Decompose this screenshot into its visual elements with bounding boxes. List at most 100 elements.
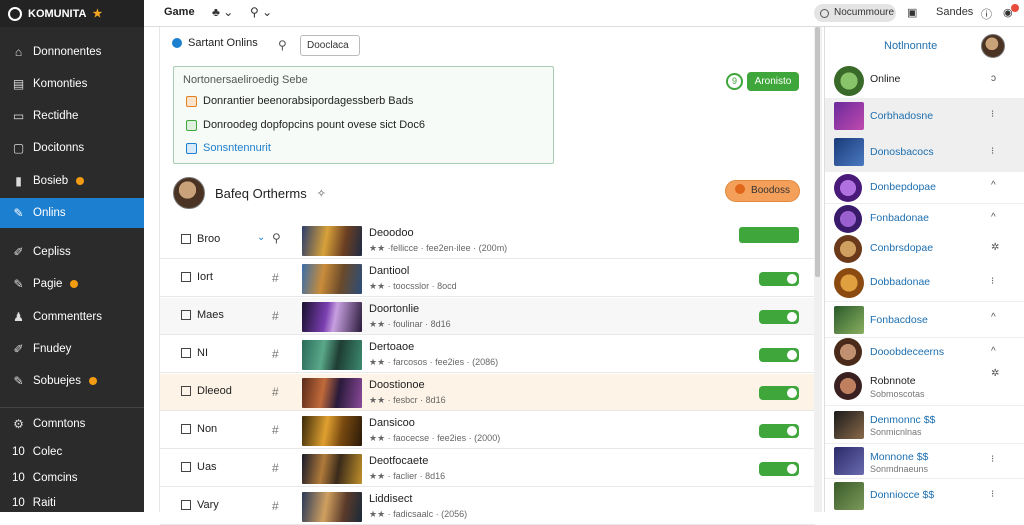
row-checkbox[interactable] (181, 310, 191, 320)
avatar[interactable] (981, 34, 1005, 58)
counter-circle[interactable]: 9 (726, 73, 743, 90)
sidebar-item-0[interactable]: ⌂ Donnonentes (0, 37, 144, 67)
list-item[interactable]: Donosbacocs ⁝ (825, 134, 1024, 172)
sidebar-bottom-0[interactable]: ⚙ Comntons (0, 411, 144, 437)
table-row[interactable]: Dleeod # Doostionoe ★★ · fesbcr · 8d16 (160, 374, 815, 411)
more-icon[interactable]: ⁝ (991, 454, 994, 465)
more-icon[interactable]: ⁝ (991, 489, 994, 500)
sidebar-item-10[interactable]: ✎ Sobuejes (0, 366, 144, 396)
list-item[interactable]: Online ɔ (825, 63, 1024, 99)
game-thumbnail[interactable] (302, 454, 362, 484)
status-toggle[interactable] (759, 348, 799, 362)
list-item[interactable]: Dooobdeceerns ^ (825, 338, 1024, 368)
list-item[interactable]: Robnnote Sobmoscotas ✲ (825, 368, 1024, 406)
list-item[interactable]: Dobbadonae ⁝ (825, 264, 1024, 302)
grid-icon[interactable]: # (272, 423, 279, 437)
row-checkbox[interactable] (181, 234, 191, 244)
game-thumbnail[interactable] (302, 492, 362, 522)
game-menu[interactable]: Game (164, 6, 195, 18)
sidebar-item-2[interactable]: ▭ Rectidhe (0, 101, 144, 131)
status-toggle[interactable] (739, 227, 799, 243)
table-row[interactable]: Maes # Doortonlie ★★ · foulinar · 8d16 (160, 298, 815, 335)
grid-icon[interactable]: # (272, 385, 279, 399)
grid-icon[interactable]: # (272, 309, 279, 323)
more-icon[interactable]: ⁝ (991, 109, 994, 120)
table-row[interactable]: Iort # Dantiool ★★ · toocsslor · 8ocd (160, 260, 815, 297)
more-icon[interactable]: ⁝ (991, 146, 994, 157)
sidebar-item-4[interactable]: ▮ Bosieb (0, 166, 144, 196)
pin-icon[interactable]: ✧ (317, 187, 326, 200)
sidebar-item-1[interactable]: ▤ Komonties (0, 69, 144, 99)
notice-link[interactable]: Sonsntennurit (186, 142, 271, 154)
settings-icon[interactable]: ✲ (991, 368, 999, 379)
chevron-up-icon[interactable]: ^ (991, 180, 996, 191)
list-item[interactable]: Donniocce $$ ⁝ (825, 479, 1024, 512)
game-thumbnail[interactable] (302, 340, 362, 370)
game-thumbnail[interactable] (302, 416, 362, 446)
orange-action-button[interactable]: Boodoss (725, 180, 800, 202)
sidebar-item-8[interactable]: ♟ Commentters (0, 302, 144, 332)
status-toggle[interactable] (759, 272, 799, 286)
app-logo[interactable]: KOMUNITA ★ (0, 0, 144, 27)
status-toggle[interactable] (759, 386, 799, 400)
notice-line[interactable]: Donroodeg dopfopcins pount ovese sict Do… (186, 119, 425, 131)
list-item[interactable]: Fonbacdose ^ (825, 302, 1024, 338)
row-checkbox[interactable] (181, 424, 191, 434)
settings-icon[interactable]: ✲ (991, 242, 999, 253)
sidebar-bottom-2[interactable]: 10 Comcins (0, 465, 144, 491)
help-icon[interactable]: ⓘ (981, 6, 992, 22)
sidebar-item-5[interactable]: ✎ Onlins (0, 198, 144, 228)
game-thumbnail[interactable] (302, 378, 362, 408)
row-checkbox[interactable] (181, 462, 191, 472)
list-item[interactable]: Denmonnc $$ Sonmicnlnas (825, 406, 1024, 444)
chevron-up-icon[interactable]: ^ (991, 212, 996, 223)
grid-icon[interactable]: # (272, 347, 279, 361)
green-action-button[interactable]: Aronisto (747, 72, 799, 91)
grid-icon[interactable]: # (272, 461, 279, 475)
search-icon[interactable]: ⚲ (278, 38, 287, 52)
top-search-pill[interactable]: Nocummoure (814, 4, 896, 22)
users-dropdown-icon[interactable]: ♣ ⌄ (212, 5, 233, 19)
game-thumbnail[interactable] (302, 302, 362, 332)
game-thumbnail[interactable] (302, 264, 362, 294)
status-toggle[interactable] (759, 310, 799, 324)
list-item[interactable]: Fonbadonae ^ (825, 204, 1024, 234)
sidebar-item-9[interactable]: ✐ Fnudey (0, 334, 144, 364)
sort-icon[interactable]: ⌄ (257, 232, 265, 243)
notice-line[interactable]: Donrantier beenorabsipordagessberb Bads (186, 95, 413, 107)
sidebar-bottom-3[interactable]: 10 Raiti (0, 490, 144, 516)
search-input[interactable]: Dooclaca (300, 35, 360, 56)
chevron-up-icon[interactable]: ^ (991, 346, 996, 357)
table-row[interactable]: Non # Dansicoo ★★ · faocecse · fee2ies ·… (160, 412, 815, 449)
status-toggle[interactable] (759, 424, 799, 438)
row-checkbox[interactable] (181, 386, 191, 396)
status-toggle[interactable] (759, 462, 799, 476)
chevron-up-icon[interactable]: ^ (991, 312, 996, 323)
sidebar-item-7[interactable]: ✎ Pagie (0, 269, 144, 299)
sidebar-item-3[interactable]: ▢ Docitonns (0, 133, 144, 163)
sidebar-item-6[interactable]: ✐ Cepliss (0, 237, 144, 267)
table-row[interactable]: NI # Dertoaoe ★★ · farcosos · fee2ies · … (160, 336, 815, 373)
main-tab[interactable]: Sartant Onlins (172, 37, 258, 49)
list-item[interactable]: Corbhadosne ⁝ (825, 99, 1024, 134)
main-scrollbar-thumb[interactable] (815, 27, 820, 277)
game-thumbnail[interactable] (302, 226, 362, 256)
table-row[interactable]: Vary # Liddisect ★★ · fadicsaalc · (2056… (160, 488, 815, 525)
avatar[interactable] (173, 177, 205, 209)
list-item[interactable]: Donbepdopae ^ (825, 172, 1024, 204)
table-row[interactable]: Uas # Deotfocaete ★★ · faclier · 8d16 (160, 450, 815, 487)
top-right-label[interactable]: Sandes (936, 6, 973, 18)
list-item[interactable]: Conbrsdopae ✲ (825, 234, 1024, 264)
grid-icon[interactable]: # (272, 271, 279, 285)
bookmark-icon[interactable]: ▣ (907, 6, 917, 19)
table-row[interactable]: Broo ⌄ ⚲ Deoodoo ★★ ·fellicce · fee2en·i… (160, 222, 815, 259)
refresh-icon[interactable]: ɔ (991, 73, 996, 84)
search-dropdown-icon[interactable]: ⚲ ⌄ (250, 5, 272, 19)
row-checkbox[interactable] (181, 348, 191, 358)
row-checkbox[interactable] (181, 272, 191, 282)
grid-icon[interactable]: # (272, 499, 279, 513)
list-item[interactable]: Monnone $$ Sonmdnaeuns ⁝ (825, 444, 1024, 479)
search-icon[interactable]: ⚲ (272, 231, 281, 245)
row-checkbox[interactable] (181, 500, 191, 510)
more-icon[interactable]: ⁝ (991, 276, 994, 287)
